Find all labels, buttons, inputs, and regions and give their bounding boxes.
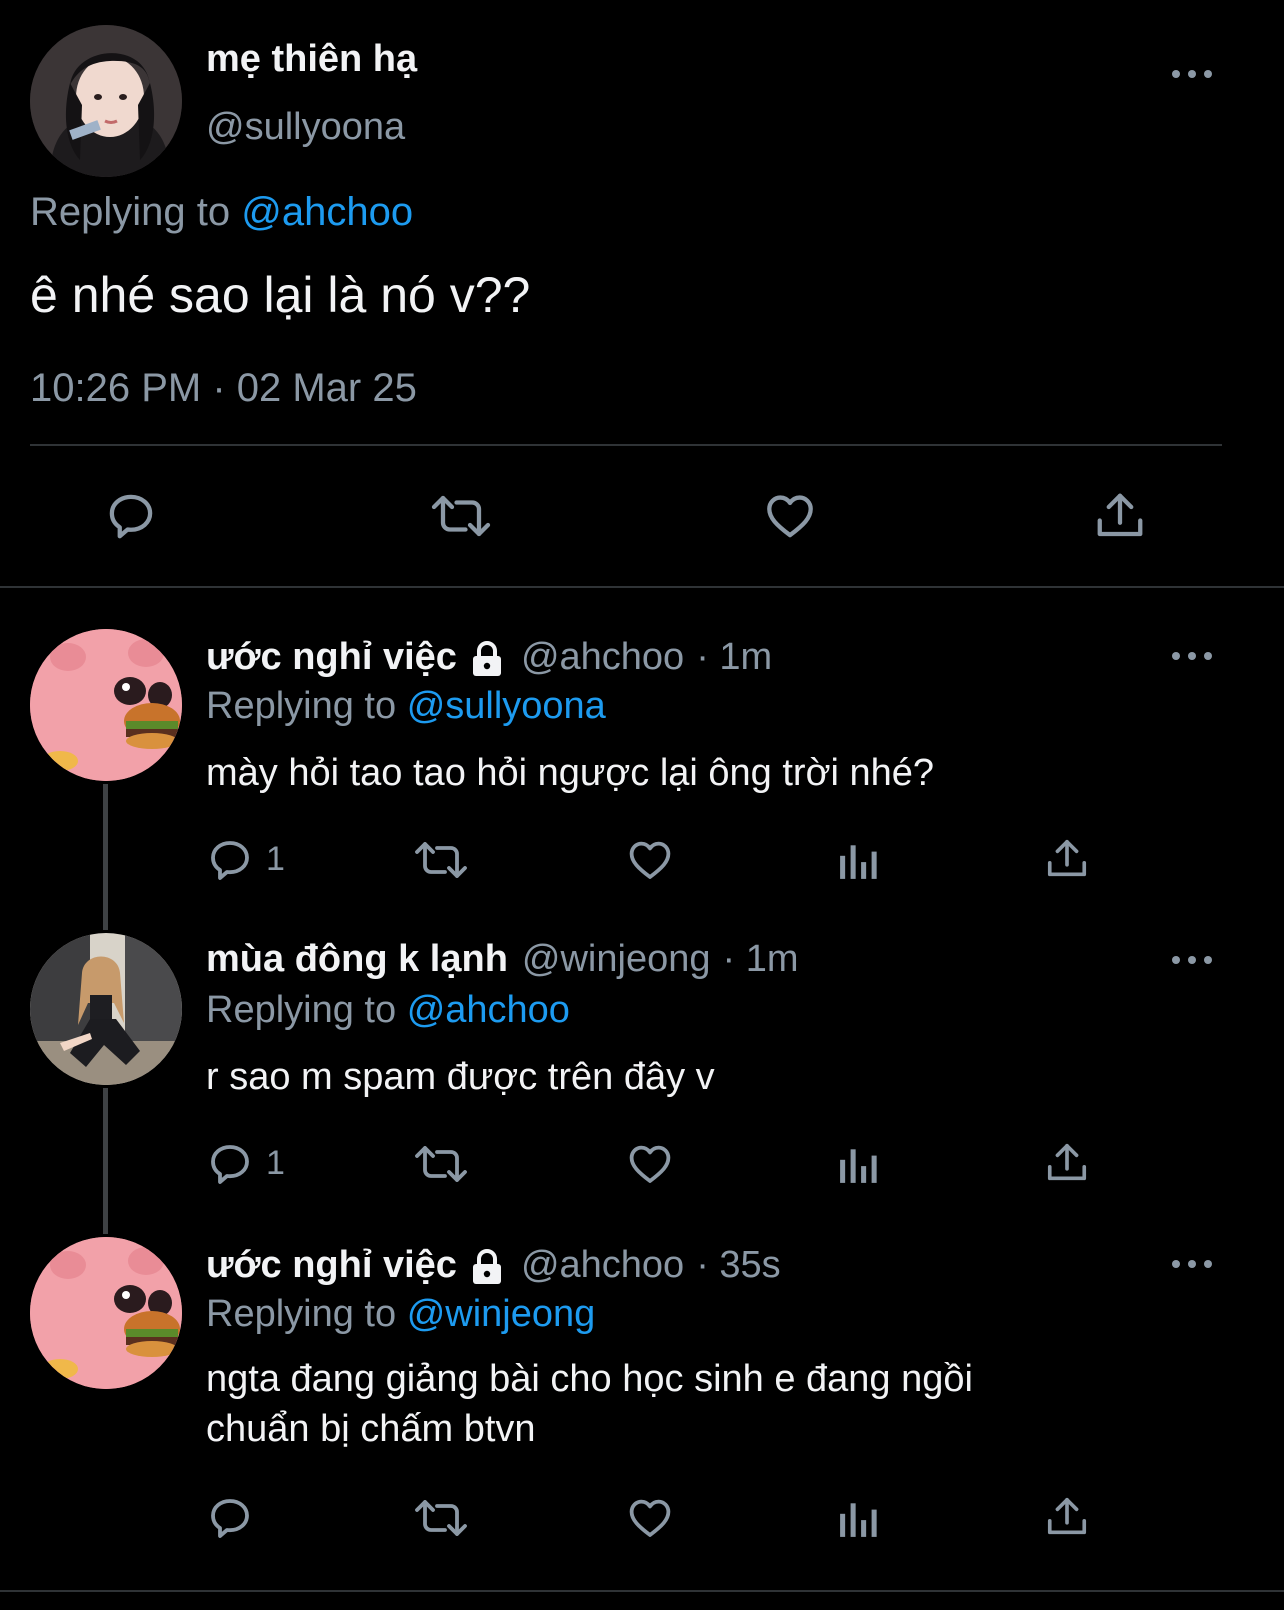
reply-time: · 1m [696,636,773,678]
replying-line: Replying to @ahchoo [206,989,570,1032]
handle[interactable]: @ahchoo [521,636,684,679]
reply-header: mùa đông k lạnh @winjeong · 1m [206,938,798,981]
like-icon[interactable] [625,836,675,884]
replying-line: Replying to @sullyoona [206,685,606,728]
divider [30,444,1222,446]
lock-icon [467,1246,507,1286]
handle[interactable]: @ahchoo [521,1244,684,1287]
display-name[interactable]: ước nghỉ việc [206,1244,457,1287]
retweet-icon[interactable] [412,836,470,884]
retweet-icon[interactable] [412,1140,470,1188]
more-options-icon[interactable] [1172,68,1212,80]
reply-icon[interactable] [206,1494,254,1542]
reply-text: mày hỏi tao tao hỏi ngược lại ông trời n… [206,752,935,794]
analytics-icon[interactable] [838,1496,880,1540]
tweet-timestamp: 10:26 PM · 02 Mar 25 [30,366,417,410]
replying-to-link[interactable]: @ahchoo [407,989,570,1031]
thread-line [103,1088,108,1234]
replying-prefix: Replying to [206,685,397,727]
reply-text: r sao m spam được trên đây v [206,1056,715,1098]
display-name[interactable]: ước nghỉ việc [206,636,457,679]
reply-header: ước nghỉ việc @ahchoo · 1m [206,636,772,679]
display-name[interactable]: mùa đông k lạnh [206,938,508,981]
reply-count: 1 [266,1144,285,1182]
tweet-text: ê nhé sao lại là nó v?? [30,267,531,323]
avatar-ahchoo[interactable] [30,1237,182,1389]
more-options-icon[interactable] [1172,650,1212,662]
lock-icon [467,638,507,678]
share-icon[interactable] [1044,1140,1090,1186]
reply-count: 1 [266,840,285,878]
reply-text-line-1: ngta đang giảng bài cho học sinh e đang … [206,1358,973,1400]
more-options-icon[interactable] [1172,1258,1212,1270]
reply-header: ước nghỉ việc @ahchoo · 35s [206,1244,781,1287]
reply-icon[interactable] [206,1140,254,1188]
avatar-winjeong[interactable] [30,933,182,1085]
like-icon[interactable] [625,1494,675,1542]
reply-time: · 35s [696,1244,781,1286]
share-icon[interactable] [1093,489,1147,543]
handle[interactable]: @sullyoona [206,106,405,149]
more-options-icon[interactable] [1172,954,1212,966]
analytics-icon[interactable] [838,838,880,882]
avatar-sullyoona[interactable] [30,25,182,177]
reply-time: · 1m [722,938,799,980]
retweet-icon[interactable] [428,489,494,543]
share-icon[interactable] [1044,836,1090,882]
bottom-divider [0,1590,1284,1592]
reply-icon[interactable] [104,489,158,543]
section-divider [0,586,1284,588]
reply-text-line-2: chuẩn bị chấm btvn [206,1408,536,1450]
replying-to-link[interactable]: @ahchoo [241,190,413,234]
thread-line [103,784,108,930]
replying-prefix: Replying to [206,1293,397,1335]
analytics-icon[interactable] [838,1142,880,1186]
replying-line: Replying to @winjeong [206,1293,595,1336]
replying-prefix: Replying to [206,989,397,1031]
replying-prefix: Replying to [30,190,231,234]
like-icon[interactable] [762,489,818,543]
display-name[interactable]: mẹ thiên hạ [206,38,417,81]
replying-line: Replying to @ahchoo [30,190,413,235]
handle[interactable]: @winjeong [522,938,711,981]
reply-icon[interactable] [206,836,254,884]
replying-to-link[interactable]: @sullyoona [407,685,606,727]
like-icon[interactable] [625,1140,675,1188]
retweet-icon[interactable] [412,1494,470,1542]
avatar-ahchoo[interactable] [30,629,182,781]
replying-to-link[interactable]: @winjeong [407,1293,596,1335]
share-icon[interactable] [1044,1494,1090,1540]
